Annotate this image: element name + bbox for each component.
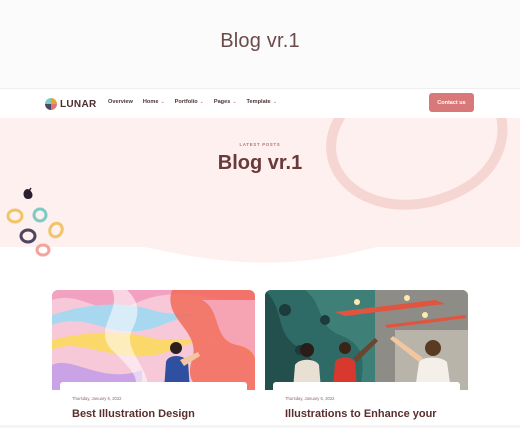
post-card-body: Thursday, January 6, 2022 Best Illustrat… [60,382,247,428]
website-preview: LATEST POSTS Blog vr.1 LUNAR Overview Ho… [0,88,520,428]
post-thumbnail-photo[interactable] [265,290,468,390]
post-title[interactable]: Illustrations to Enhance your [285,408,437,420]
navbar: LUNAR Overview Home ⌄ Portfolio ⌄ Pages ⌄ T… [0,88,520,118]
menu-item-label: Overview [108,99,133,105]
blog-post-card[interactable]: Thursday, January 6, 2022 Best Illustrat… [52,290,255,428]
menu-item-overview[interactable]: Overview [108,99,133,105]
hero-title: Blog vr.1 [217,152,303,174]
menu-item-home[interactable]: Home ⌄ [143,99,165,105]
brand-logo[interactable]: LUNAR [45,97,97,111]
page-title: Blog vr.1 [220,30,300,52]
chevron-down-icon: ⌄ [232,99,237,105]
menu-item-template[interactable]: Template ⌄ [247,99,277,105]
brand-name: LUNAR [60,98,97,110]
chevron-down-icon: ⌄ [272,99,277,105]
blog-post-card[interactable]: Thursday, January 6, 2022 Illustrations … [265,290,468,428]
menu-item-portfolio[interactable]: Portfolio ⌄ [175,99,204,105]
menu-item-label: Portfolio [174,99,198,105]
hero-eyebrow: LATEST POSTS [239,142,281,147]
post-date: Thursday, January 6, 2022 [72,396,122,401]
main-menu: Overview Home ⌄ Portfolio ⌄ Pages ⌄ Templat… [108,99,277,105]
menu-item-label: Template [246,99,271,105]
chevron-down-icon: ⌄ [199,99,204,105]
menu-item-label: Pages [213,99,231,105]
post-thumbnail-illustration[interactable] [52,290,255,390]
menu-item-pages[interactable]: Pages ⌄ [214,99,237,105]
post-title[interactable]: Best Illustration Design [72,408,195,420]
post-date: Thursday, January 6, 2022 [285,396,335,401]
chevron-down-icon: ⌄ [160,99,165,105]
contact-us-button[interactable]: Contact us [429,93,474,112]
menu-item-label: Home [142,99,159,105]
lunar-logo-icon [45,98,57,110]
post-card-body: Thursday, January 6, 2022 Illustrations … [273,382,460,428]
doodle-rings-decoration [6,187,64,257]
